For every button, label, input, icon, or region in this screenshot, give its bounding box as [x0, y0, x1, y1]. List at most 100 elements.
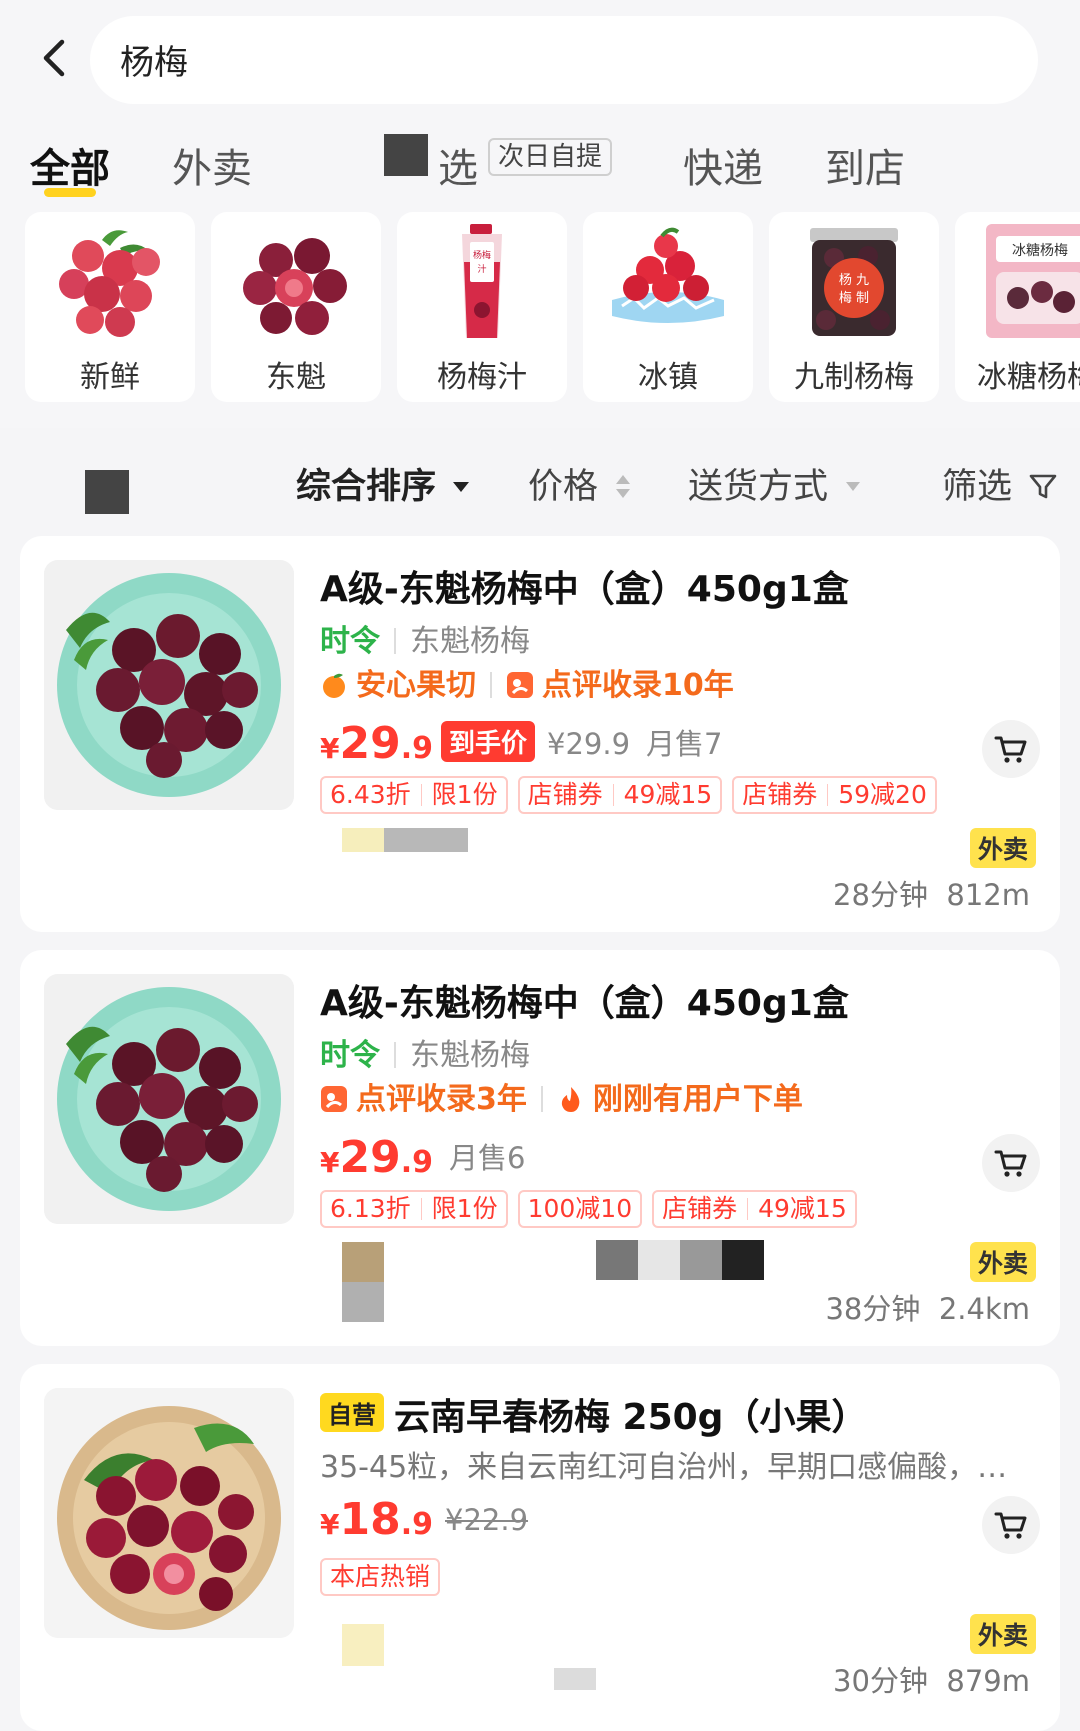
add-to-cart-button[interactable]	[982, 720, 1040, 778]
price-decimal: .9	[400, 1145, 433, 1180]
search-bar[interactable]	[90, 16, 1038, 104]
product-title[interactable]: A级-东魁杨梅中（盒）450g1盒	[320, 974, 849, 1026]
price-integer: 29	[339, 1132, 401, 1183]
delivery-meta: 30分钟 879m	[833, 1658, 1030, 1700]
svg-text:汁: 汁	[477, 263, 486, 275]
category-juice[interactable]: 杨梅 汁 杨梅汁	[397, 212, 567, 402]
blurred-block	[384, 828, 468, 852]
category-label: 东魁	[266, 360, 326, 395]
sort-label: 综合排序	[296, 467, 437, 507]
dianping-listed-tag: 点评收录10年	[542, 668, 734, 703]
coupon-tag[interactable]: 100减10	[517, 1190, 643, 1228]
blurred-block	[342, 1282, 384, 1322]
fresh-bayberry-icon	[59, 230, 160, 337]
cart-icon	[994, 1150, 1027, 1177]
filter-bar: 综合排序 价格 送货方式 筛选	[0, 428, 1080, 528]
price-row: ¥29.9 月售6	[320, 1132, 525, 1183]
tab-express[interactable]: 快递	[683, 136, 763, 194]
category-strip: 新鲜 东魁 杨梅 汁 杨梅汁 冰镇 杨 九 梅 制 九制杨梅 冰糖杨梅 冰糖杨	[0, 212, 1080, 407]
back-button[interactable]	[36, 34, 76, 82]
cart-icon	[994, 1512, 1027, 1539]
coupon-tag[interactable]: 6.13折 限1份	[320, 1190, 508, 1228]
category-dongkui[interactable]: 东魁	[211, 212, 381, 402]
bayberry-plate-icon	[44, 974, 294, 1224]
svg-text:梅 制: 梅 制	[839, 291, 869, 306]
product-card[interactable]: A级-东魁杨梅中（盒）450g1盒 时令 东魁杨梅 点评收录3年 刚刚有用户下单 ¥…	[20, 950, 1060, 1346]
coupon-tag[interactable]: 店铺券 49减15	[517, 776, 723, 814]
coupon-discount: 6.43折	[330, 780, 411, 809]
blurred-block	[722, 1240, 764, 1280]
price-decimal: .9	[400, 731, 433, 766]
category-iced[interactable]: 冰镇	[583, 212, 753, 402]
blurred-block	[596, 1240, 638, 1280]
tab-select[interactable]: 选 次日自提	[384, 134, 613, 196]
search-input[interactable]	[120, 36, 980, 82]
category-preserved[interactable]: 杨 九 梅 制 九制杨梅	[769, 212, 939, 402]
currency-symbol: ¥	[320, 1508, 340, 1541]
recent-order-tag: 刚刚有用户下单	[592, 1082, 803, 1117]
active-tab-underline	[44, 188, 96, 197]
delivery-time: 38分钟	[825, 1292, 921, 1326]
coupon-divider	[420, 1198, 422, 1220]
category-fresh[interactable]: 新鲜	[25, 212, 195, 402]
bayberry-plate-icon	[44, 560, 294, 810]
original-price: ¥29.9	[547, 727, 631, 761]
dongkui-bayberry-icon	[243, 238, 347, 335]
product-subtitle-row: 时令 东魁杨梅	[320, 616, 530, 660]
redacted-block	[85, 470, 129, 514]
category-label: 九制杨梅	[794, 360, 914, 395]
fire-icon	[561, 1087, 580, 1112]
dianping-icon	[507, 672, 533, 698]
distance: 2.4km	[938, 1292, 1030, 1326]
takeout-badge: 外卖	[969, 1242, 1036, 1282]
chevron-left-icon	[43, 39, 65, 77]
preserved-bayberry-jar-icon: 杨 九 梅 制	[810, 228, 898, 336]
product-card[interactable]: 自营 云南早春杨梅 250g（小果） 35-45粒，来自云南红河自治州，早期口感偏…	[20, 1364, 1060, 1731]
coupon-divider	[612, 784, 614, 806]
coupon-tag[interactable]: 6.43折 限1份	[320, 776, 508, 814]
cart-icon	[994, 736, 1027, 763]
product-image[interactable]	[44, 560, 294, 810]
coupon-value: 100减10	[527, 1194, 633, 1223]
category-label: 杨梅汁	[437, 360, 527, 395]
tab-select-label: 选	[438, 146, 478, 192]
currency-symbol: ¥	[320, 1146, 340, 1179]
price-decimal: .9	[400, 1507, 433, 1542]
category-label: 冰糖杨梅	[977, 360, 1080, 395]
tab-takeout[interactable]: 外卖	[172, 136, 252, 194]
divider	[490, 672, 492, 698]
price-sort[interactable]: 价格	[528, 458, 631, 509]
product-image[interactable]	[44, 1388, 294, 1638]
category-candied[interactable]: 冰糖杨梅 冰糖杨梅	[955, 212, 1080, 402]
add-to-cart-button[interactable]	[982, 1134, 1040, 1192]
filter-button[interactable]: 筛选	[942, 458, 1057, 509]
product-title[interactable]: A级-东魁杨梅中（盒）450g1盒	[320, 560, 849, 612]
product-card[interactable]: A级-东魁杨梅中（盒）450g1盒 时令 东魁杨梅 安心果切 点评收录10年 ¥29…	[20, 536, 1060, 932]
delivery-time: 28分钟	[833, 878, 928, 912]
caret-down-icon	[846, 482, 861, 491]
bayberry-juice-icon: 杨梅 汁	[462, 224, 502, 338]
tab-all[interactable]: 全部	[30, 136, 110, 194]
coupon-divider	[827, 784, 829, 806]
blurred-block	[680, 1240, 722, 1280]
add-to-cart-button[interactable]	[982, 1496, 1040, 1554]
coupon-row: 6.13折 限1份 100减10 店铺券 49减15	[320, 1190, 867, 1228]
season-tag: 时令	[320, 624, 380, 659]
orange-fruit-icon	[323, 673, 345, 698]
product-image[interactable]	[44, 974, 294, 1224]
coupon-tag[interactable]: 店铺券 59减20	[732, 776, 937, 814]
divider	[540, 1086, 543, 1112]
tab-instore[interactable]: 到店	[825, 136, 905, 194]
coupon-tag[interactable]: 店铺券 49减15	[652, 1190, 857, 1228]
delivery-meta: 28分钟 812m	[833, 872, 1030, 914]
product-title-row[interactable]: 自营 云南早春杨梅 250g（小果）	[320, 1388, 867, 1440]
coupon-discount: 6.13折	[330, 1194, 411, 1223]
final-price-badge: 到手价	[441, 721, 536, 762]
product-description: 35-45粒，来自云南红河自治州，早期口感偏酸，…	[320, 1450, 1008, 1485]
price-integer: 29	[339, 718, 401, 769]
svg-text:杨梅: 杨梅	[473, 249, 491, 261]
delivery-method-dropdown[interactable]: 送货方式	[688, 458, 861, 509]
self-operated-badge: 自营	[320, 1393, 384, 1432]
sort-dropdown[interactable]: 综合排序	[296, 458, 470, 509]
coupon-divider	[420, 784, 422, 806]
